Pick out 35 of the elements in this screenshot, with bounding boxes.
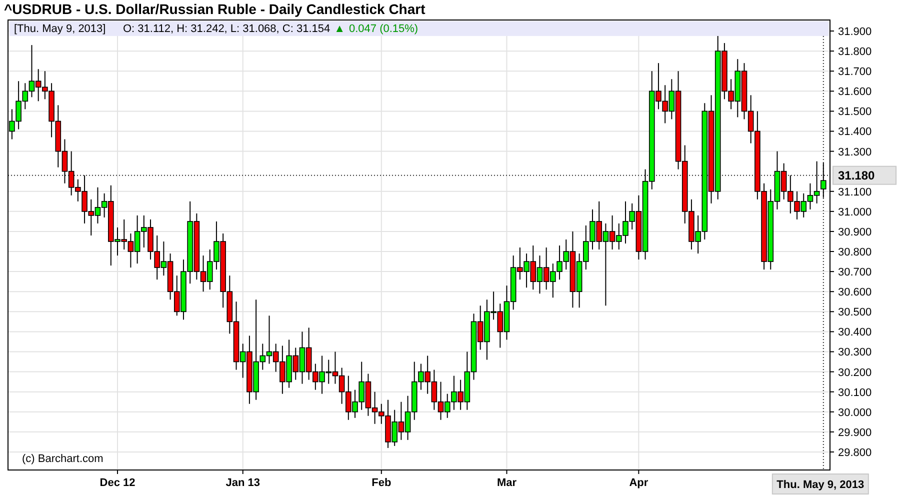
- chart-title: ^USDRUB - U.S. Dollar/Russian Ruble - Daily Candlestick Chart: [3, 0, 426, 18]
- y-axis-label: 30.400: [838, 326, 872, 339]
- y-axis-label: 30.600: [838, 286, 872, 299]
- copyright-text: (c) Barchart.com: [22, 453, 104, 465]
- y-axis-label: 29.800: [838, 446, 872, 459]
- y-axis-label: 31.500: [838, 106, 872, 118]
- y-axis-label: 31.800: [838, 46, 872, 58]
- y-axis-label: 30.700: [838, 266, 872, 279]
- ref-line-label: 31.180: [838, 168, 876, 182]
- price-tag: 31.180: [832, 166, 896, 185]
- x-axis-label: Mar: [496, 477, 517, 489]
- y-axis-label: 30.100: [838, 386, 872, 399]
- y-axis-label: 31.600: [838, 86, 872, 98]
- y-axis-label: 31.700: [838, 66, 872, 78]
- y-axis-label: 30.300: [838, 346, 872, 359]
- y-axis-label: 30.800: [838, 246, 872, 259]
- y-axis-label: 30.200: [838, 366, 872, 379]
- y-axis-label: 31.000: [838, 206, 872, 218]
- y-axis-label: 31.400: [838, 126, 872, 138]
- y-axis-label: 30.500: [838, 306, 872, 319]
- up-arrow-icon: ▲: [334, 22, 345, 34]
- ohlc-values: O: 31.112, H: 31.242, L: 31.068, C: 31.154: [123, 22, 330, 34]
- x-axis-label: Feb: [372, 477, 392, 489]
- date-tag: Thu. May 9, 2013: [772, 474, 869, 494]
- info-date: [Thu. May 9, 2013]: [14, 22, 107, 34]
- x-axis-label: Apr: [629, 477, 648, 489]
- x-axis-label: Jan 13: [226, 477, 260, 489]
- y-axis-label: 31.300: [838, 146, 872, 158]
- x-axis-label: Dec 12: [100, 477, 136, 489]
- y-axis-label: 30.900: [838, 226, 872, 238]
- price-change: 0.047 (0.15%): [349, 22, 418, 34]
- y-axis-label: 31.100: [838, 186, 872, 198]
- y-axis-label: 31.900: [838, 26, 872, 38]
- y-axis-label: 30.000: [838, 406, 872, 419]
- y-axis-label: 29.900: [838, 426, 872, 439]
